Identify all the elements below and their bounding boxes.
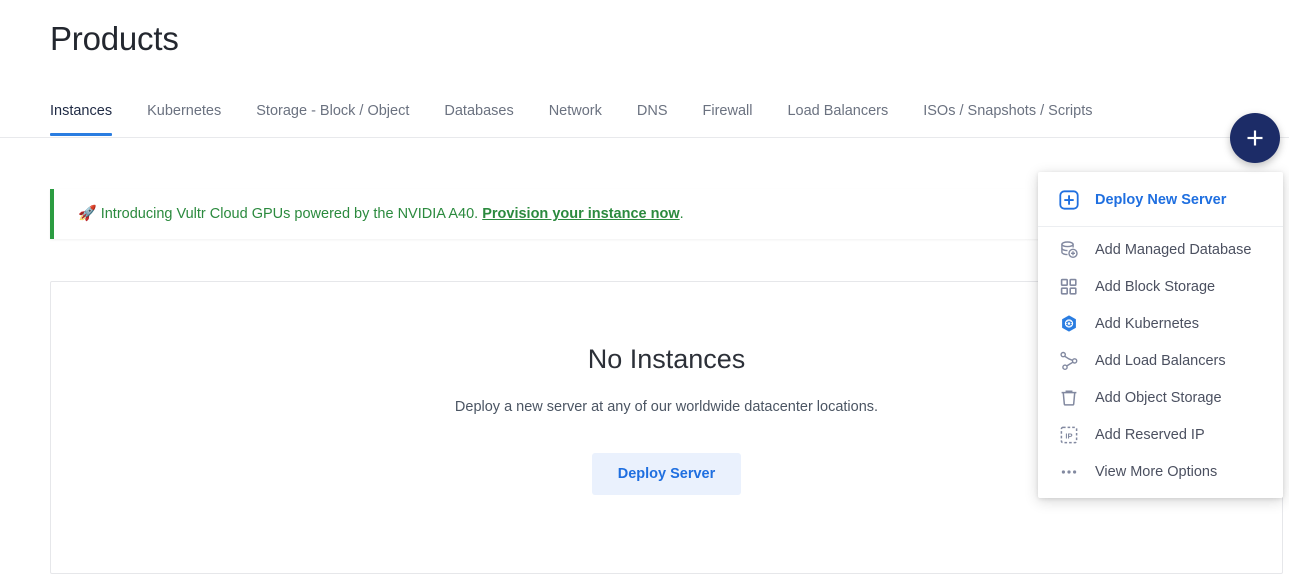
menu-item-add-reserved-ip[interactable]: IP Add Reserved IP xyxy=(1038,416,1283,453)
promo-banner-text: 🚀 Introducing Vultr Cloud GPUs powered b… xyxy=(54,204,684,224)
kubernetes-icon xyxy=(1058,313,1080,335)
tab-dns[interactable]: DNS xyxy=(637,100,668,136)
database-plus-icon xyxy=(1058,239,1080,261)
menu-item-label: Add Managed Database xyxy=(1095,242,1251,258)
promo-banner-period: . xyxy=(680,206,684,222)
tab-instances[interactable]: Instances xyxy=(50,100,112,136)
menu-item-label: Add Kubernetes xyxy=(1095,316,1199,332)
menu-item-add-managed-database[interactable]: Add Managed Database xyxy=(1038,231,1283,268)
tab-label: Databases xyxy=(444,103,513,119)
menu-item-add-kubernetes[interactable]: Add Kubernetes xyxy=(1038,305,1283,342)
tab-label: Instances xyxy=(50,103,112,119)
tab-label: Storage - Block / Object xyxy=(256,103,409,119)
menu-item-add-object-storage[interactable]: Add Object Storage xyxy=(1038,379,1283,416)
page-title: Products xyxy=(50,18,179,60)
menu-item-label: Add Load Balancers xyxy=(1095,353,1226,369)
menu-divider xyxy=(1038,226,1283,227)
deploy-server-button[interactable]: Deploy Server xyxy=(592,453,742,495)
tab-kubernetes[interactable]: Kubernetes xyxy=(147,100,221,136)
menu-item-add-load-balancers[interactable]: Add Load Balancers xyxy=(1038,342,1283,379)
tab-label: Firewall xyxy=(703,103,753,119)
tab-network[interactable]: Network xyxy=(549,100,602,136)
tab-load-balancers[interactable]: Load Balancers xyxy=(787,100,888,136)
menu-item-label: Add Object Storage xyxy=(1095,390,1222,406)
fab-dropdown-menu: Deploy New Server Add Managed Database xyxy=(1038,172,1283,498)
menu-item-label: Add Reserved IP xyxy=(1095,427,1205,443)
rocket-icon: 🚀 xyxy=(78,205,97,222)
load-balancer-icon xyxy=(1058,350,1080,372)
reserved-ip-icon: IP xyxy=(1058,424,1080,446)
tab-storage-block-object[interactable]: Storage - Block / Object xyxy=(256,100,409,136)
tab-databases[interactable]: Databases xyxy=(444,100,513,136)
tab-firewall[interactable]: Firewall xyxy=(703,100,753,136)
add-new-resource-fab[interactable] xyxy=(1230,113,1280,163)
block-storage-icon xyxy=(1058,276,1080,298)
tab-label: DNS xyxy=(637,103,668,119)
plus-square-icon xyxy=(1058,189,1080,211)
ellipsis-icon xyxy=(1058,461,1080,483)
promo-banner-message: Introducing Vultr Cloud GPUs powered by … xyxy=(101,206,478,222)
svg-text:IP: IP xyxy=(1065,431,1072,440)
menu-item-label: View More Options xyxy=(1095,464,1217,480)
provision-instance-link[interactable]: Provision your instance now xyxy=(482,206,679,222)
plus-icon xyxy=(1244,127,1266,149)
menu-item-view-more-options[interactable]: View More Options xyxy=(1038,453,1283,490)
tab-label: ISOs / Snapshots / Scripts xyxy=(923,103,1092,119)
tab-isos-snapshots-scripts[interactable]: ISOs / Snapshots / Scripts xyxy=(923,100,1092,136)
bucket-icon xyxy=(1058,387,1080,409)
menu-item-label: Deploy New Server xyxy=(1095,192,1226,208)
tab-label: Network xyxy=(549,103,602,119)
tab-bar: Instances Kubernetes Storage - Block / O… xyxy=(0,100,1289,138)
tab-list: Instances Kubernetes Storage - Block / O… xyxy=(50,100,1127,138)
menu-item-add-block-storage[interactable]: Add Block Storage xyxy=(1038,268,1283,305)
menu-item-label: Add Block Storage xyxy=(1095,279,1215,295)
tab-label: Load Balancers xyxy=(787,103,888,119)
menu-item-deploy-new-server[interactable]: Deploy New Server xyxy=(1038,180,1283,220)
tab-label: Kubernetes xyxy=(147,103,221,119)
